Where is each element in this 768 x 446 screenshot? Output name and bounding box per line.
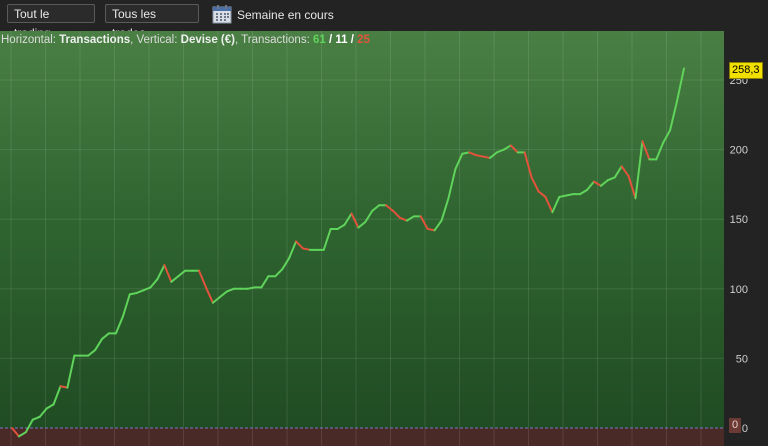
series-segment [655,141,665,161]
series-segment [260,275,270,289]
series-segment [620,165,630,178]
sep2: / [347,34,358,46]
vertical-label: , Vertical: [130,34,178,46]
series-segment [565,193,575,197]
series-segment [114,315,124,335]
series-segment [211,296,221,304]
series-segment [170,275,180,283]
transactions-label: , Transactions: [234,34,310,46]
y-tick-label: 100 [730,284,748,296]
series-segment [177,269,187,278]
series-segment [641,140,651,161]
series-segment [551,195,561,214]
equity-chart: 050100150200250 [0,31,748,446]
y-tick-label: 0 [742,423,748,435]
series-segment [482,155,492,159]
series-segment [52,385,62,406]
y-tick-label: 150 [730,214,748,226]
current-value-badge: 258,3 [729,62,763,79]
series-segment [447,168,457,200]
series-segment [606,176,616,182]
horizontal-label: Horizontal: [1,34,56,46]
series-segment [357,220,367,229]
period-label[interactable]: Semaine en cours [237,8,334,22]
series-segment [301,247,311,251]
chart-area: 0 50 100 150 200 250 Horizontal: Transactions… [0,31,768,446]
series-segment [31,415,41,421]
series-segment [156,264,166,281]
series-segment [218,290,228,299]
series-segment [440,197,450,222]
series-segment [385,204,395,212]
series-segment [509,144,519,154]
series-segment [468,151,478,157]
series-segment [461,151,471,155]
series-segment [537,190,547,198]
series-segment [530,176,540,193]
series-segment [336,223,346,230]
series-segment [288,240,298,260]
series-segment [204,286,214,304]
series-segment [669,99,679,132]
sep1: / [325,34,336,46]
horizontal-value: Transactions [59,34,131,46]
series-segment [676,67,685,102]
series-segment [128,291,138,296]
series-segment [599,179,609,187]
series-segment [392,209,401,219]
series-segment [101,332,110,340]
series-segment [371,204,381,212]
trades-filter-dropdown[interactable]: Tous les trades [105,4,199,40]
series-segment [579,188,589,196]
transactions-mid: 11 [335,34,348,46]
series-segment [544,195,554,214]
series-segment [350,212,360,229]
series-segment [198,269,207,289]
transactions-loss: 25 [357,34,370,46]
calendar-icon[interactable] [212,4,232,24]
series-segment [142,286,152,292]
series-segment [274,268,284,278]
vertical-value: Devise (€) [180,34,235,46]
series-segment [94,337,104,352]
series-segment [66,354,76,389]
trading-scope-dropdown[interactable]: Tout le trading [7,4,95,40]
series-segment [45,403,55,410]
toolbar: Tout le trading Tous les trades Semaine … [0,0,768,40]
series-segment [149,278,159,289]
series-segment [489,151,498,159]
zero-value-badge: 0 [729,418,741,433]
series-segment [426,227,436,232]
series-segment [135,289,145,294]
series-segment [502,144,512,151]
series-segment [322,227,332,251]
series-segment [295,240,304,250]
series-segment [87,349,97,357]
y-tick-label: 50 [736,353,748,365]
series-segment [558,194,568,198]
series-segment [121,293,131,318]
series-segment [163,264,173,283]
y-tick-label: 200 [730,145,748,157]
series-segment [586,180,595,191]
series-segment [364,209,374,223]
series-segment [454,152,464,171]
series-segment [281,257,291,271]
negative-zone [0,428,724,446]
series-segment [59,385,69,389]
series-segment [246,286,256,290]
series-segment [419,215,429,230]
transactions-total: 61 [312,34,326,46]
chart-info-line: Horizontal: Transactions, Vertical: Devi… [1,34,370,46]
series-segment [475,154,485,158]
series-segment [613,165,623,179]
series-segment [405,215,415,222]
series-segment [398,216,408,222]
series-segment [433,219,443,232]
